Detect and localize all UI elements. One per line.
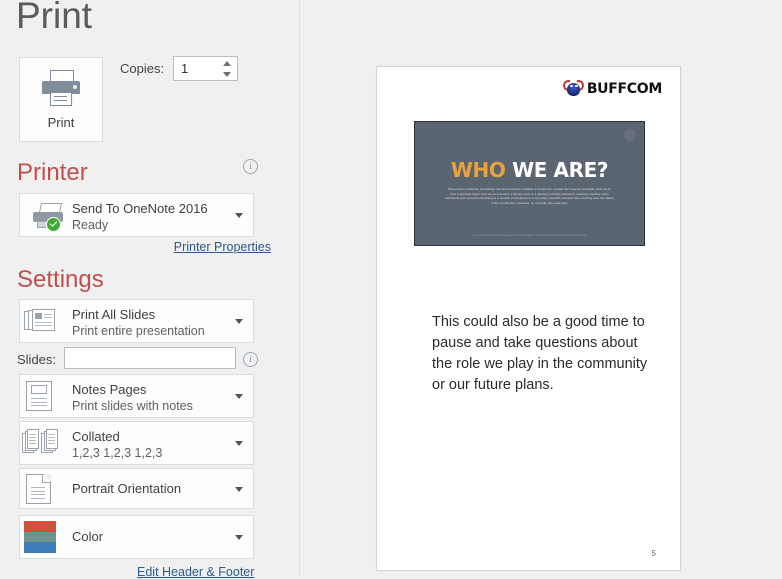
print-layout-title: Notes Pages xyxy=(72,382,147,397)
printer-select[interactable]: Send To OneNote 2016 Ready xyxy=(19,193,254,237)
slide-thumbnail: WHO WE ARE? Phenomenon whereby something… xyxy=(414,121,645,246)
collation-title: Collated xyxy=(72,429,120,444)
orientation-title: Portrait Orientation xyxy=(72,480,182,496)
copies-stepper[interactable]: 1 xyxy=(173,56,238,81)
spinner-up-icon[interactable] xyxy=(223,61,231,66)
slide-notes-text: This could also be a good time to pause … xyxy=(432,314,648,393)
brand-name: BUFFCOM xyxy=(586,80,662,97)
slides-stack-icon xyxy=(24,308,57,334)
collation-subtitle: 1,2,3 1,2,3 1,2,3 xyxy=(72,446,163,460)
notes-page-icon xyxy=(26,381,52,411)
print-button[interactable]: Print xyxy=(19,57,103,142)
color-title: Color xyxy=(72,529,104,544)
print-settings-panel: Print Print Copies: 1 Printer i Send To … xyxy=(0,0,300,579)
page-title: Print xyxy=(16,0,93,36)
green-check-icon xyxy=(46,217,61,232)
slide-title-accent: WHO xyxy=(450,158,506,182)
print-range-subtitle: Print entire presentation xyxy=(72,324,205,338)
slide-title: WHO WE ARE? xyxy=(415,158,644,182)
preview-page: BUFFCOM WHO WE ARE? Phenomenon whereby s… xyxy=(376,66,681,571)
chevron-down-icon[interactable] xyxy=(235,319,243,324)
copies-value: 1 xyxy=(181,61,189,76)
printer-info-icon[interactable]: i xyxy=(243,159,258,174)
slides-field-label: Slides: xyxy=(17,352,57,367)
spinner-down-icon[interactable] xyxy=(223,72,231,77)
slide-title-plain: WE ARE? xyxy=(505,158,609,182)
slide-footer-text: Lorem ipsum dolor sit amet consectetur ©… xyxy=(473,233,586,237)
page-number: 5 xyxy=(651,549,656,558)
print-button-label: Print xyxy=(47,114,75,130)
printer-properties-link[interactable]: Printer Properties xyxy=(174,240,271,254)
print-layout-subtitle: Print slides with notes xyxy=(72,399,193,413)
chevron-down-icon[interactable] xyxy=(235,213,243,218)
slides-input[interactable] xyxy=(64,347,236,369)
copies-spinner[interactable] xyxy=(220,58,234,80)
chevron-down-icon[interactable] xyxy=(235,535,243,540)
chevron-down-icon[interactable] xyxy=(235,441,243,446)
printer-device-icon xyxy=(32,203,65,232)
printer-name: Send To OneNote 2016 xyxy=(72,201,208,216)
printer-section-heading: Printer xyxy=(17,159,88,186)
collate-icon xyxy=(22,429,60,457)
print-range-title: Print All Slides xyxy=(72,307,156,322)
orientation-select[interactable]: Portrait Orientation xyxy=(19,468,254,509)
buffalo-head-logo-icon: BUFFCOM xyxy=(561,78,662,97)
chevron-down-icon[interactable] xyxy=(235,394,243,399)
slides-info-icon[interactable]: i xyxy=(243,352,258,367)
print-preview-pane: BUFFCOM WHO WE ARE? Phenomenon whereby s… xyxy=(301,0,782,577)
slide-body-text: Phenomenon whereby something new and som… xyxy=(445,187,614,205)
settings-section-heading: Settings xyxy=(17,266,104,293)
chevron-down-icon[interactable] xyxy=(235,486,243,492)
print-layout-select[interactable]: Notes Pages Print slides with notes xyxy=(19,374,254,418)
portrait-page-icon xyxy=(26,474,51,504)
buffalo-mark-icon xyxy=(561,78,586,97)
printer-status: Ready xyxy=(72,218,109,232)
print-backstage-screen: Print Print Copies: 1 Printer i Send To … xyxy=(0,0,782,579)
circle-watermark-icon xyxy=(624,129,636,141)
copies-label: Copies: xyxy=(120,61,165,76)
color-swatch-icon xyxy=(24,521,56,553)
printer-icon xyxy=(41,69,81,106)
